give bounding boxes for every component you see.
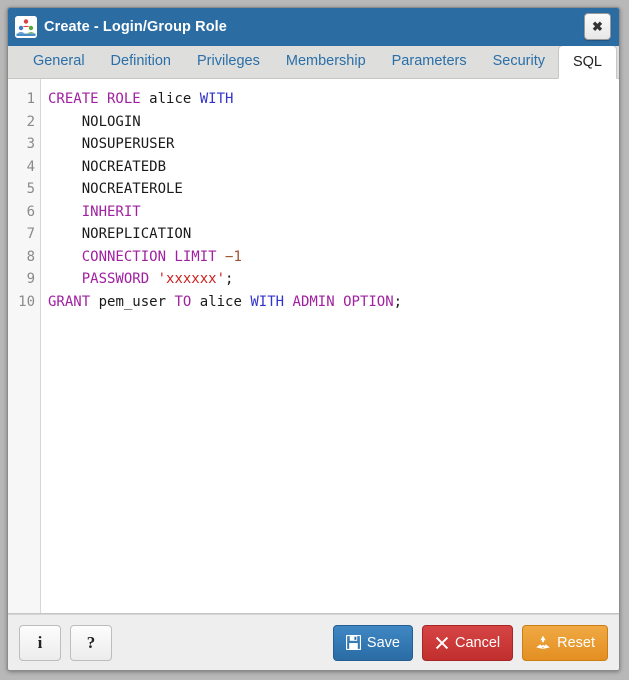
floppy-disk-icon — [345, 635, 361, 650]
line-number: 8 — [26, 248, 35, 265]
code-token: PASSWORD — [81, 271, 150, 287]
code-line: CONNECTION LIMIT −1 — [48, 246, 619, 269]
line-number: 6 — [26, 203, 35, 220]
code-token: alice — [199, 293, 242, 310]
sql-editor[interactable]: 1 2 3 4 5 6 7 8 9 10 CREATE ROLE alice WITH NOLOG… — [8, 79, 619, 614]
tab-definition[interactable]: Definition — [98, 45, 184, 78]
code-token: NOCREATEROLE — [81, 181, 183, 197]
close-x-icon — [435, 636, 449, 650]
recycle-icon — [535, 635, 551, 651]
save-button-label: Save — [366, 634, 400, 651]
code-token: ; — [393, 293, 403, 310]
create-role-dialog: Create - Login/Group Role ✖ General Defin… — [7, 7, 620, 671]
code-token: CONNECTION LIMIT — [81, 248, 217, 265]
code-line: NOREPLICATION — [48, 223, 619, 246]
tab-bar: General Definition Privileges Membership Par… — [8, 45, 619, 79]
code-token: pem_user — [98, 293, 167, 310]
code-token: GRANT — [48, 293, 91, 310]
code-token: TO — [174, 293, 192, 310]
tab-privileges[interactable]: Privileges — [184, 45, 273, 78]
dialog-titlebar: Create - Login/Group Role ✖ — [8, 8, 619, 46]
dialog-footer: i ? Save Cancel Reset — [8, 614, 619, 670]
code-token: NOLOGIN — [81, 113, 141, 130]
code-line: NOCREATEDB — [48, 156, 619, 179]
tab-security[interactable]: Security — [480, 45, 558, 78]
sql-code-content[interactable]: CREATE ROLE alice WITH NOLOGIN NOSUPERUS… — [41, 79, 619, 613]
dialog-title: Create - Login/Group Role — [44, 19, 227, 35]
code-line: NOCREATEROLE — [48, 178, 619, 201]
info-button[interactable]: i — [19, 624, 61, 661]
code-line: NOLOGIN — [48, 111, 619, 134]
line-number: 9 — [26, 271, 35, 287]
code-token: INHERIT — [81, 203, 141, 220]
save-button[interactable]: Save — [332, 624, 413, 661]
group-role-icon — [15, 16, 37, 38]
code-line: NOSUPERUSER — [48, 133, 619, 156]
line-number: 10 — [18, 293, 35, 310]
code-line: PASSWORD 'xxxxxx'; — [48, 268, 619, 291]
cancel-button-label: Cancel — [454, 634, 501, 651]
cancel-button[interactable]: Cancel — [421, 624, 514, 661]
line-number: 1 — [26, 91, 35, 107]
tab-sql[interactable]: SQL — [557, 45, 617, 79]
reset-button[interactable]: Reset — [522, 624, 608, 661]
close-button[interactable]: ✖ — [584, 13, 611, 40]
help-icon: ? — [86, 632, 96, 652]
code-token: ADMIN OPTION — [292, 293, 394, 310]
code-token: ; — [225, 271, 234, 287]
code-line: CREATE ROLE alice WITH — [48, 88, 619, 111]
code-token: CREATE ROLE — [48, 91, 141, 107]
help-button[interactable]: ? — [70, 624, 112, 661]
code-token: alice — [149, 91, 192, 107]
line-number: 3 — [26, 136, 35, 152]
reset-button-label: Reset — [557, 634, 595, 651]
line-number: 5 — [26, 181, 35, 197]
code-token: NOREPLICATION — [81, 226, 192, 242]
code-token: WITH — [250, 293, 285, 310]
tab-membership[interactable]: Membership — [273, 45, 379, 78]
line-number-gutter: 1 2 3 4 5 6 7 8 9 10 — [8, 79, 41, 613]
tab-parameters[interactable]: Parameters — [379, 45, 480, 78]
code-token: NOSUPERUSER — [81, 136, 175, 152]
line-number: 4 — [26, 158, 35, 175]
line-number: 2 — [26, 113, 35, 130]
code-line: GRANT pem_user TO alice WITH ADMIN OPTIO… — [48, 291, 619, 314]
code-line: INHERIT — [48, 201, 619, 224]
info-icon: i — [37, 632, 43, 652]
code-token: WITH — [199, 91, 234, 107]
code-token: NOCREATEDB — [81, 158, 167, 175]
close-icon: ✖ — [592, 19, 603, 34]
code-token: 'xxxxxx' — [157, 271, 226, 287]
code-token: −1 — [225, 248, 242, 265]
line-number: 7 — [26, 226, 35, 242]
tab-general[interactable]: General — [20, 45, 98, 78]
